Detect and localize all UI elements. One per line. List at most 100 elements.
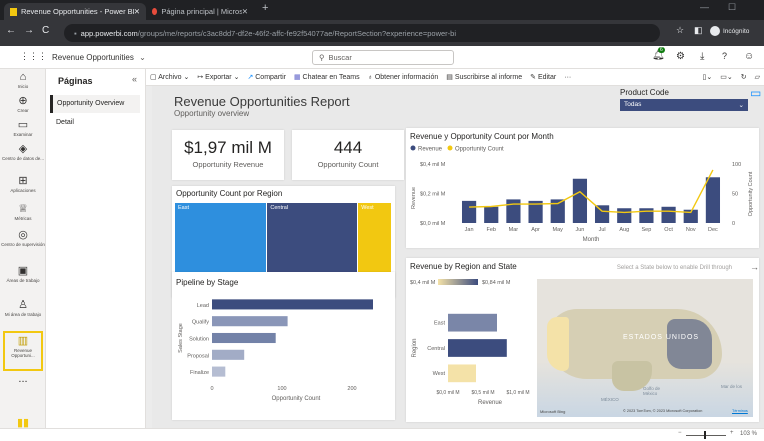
legend-dot-revenue bbox=[410, 145, 416, 151]
export-menu[interactable]: ↦ Exportar ⌄ bbox=[197, 73, 239, 81]
incognito-icon[interactable] bbox=[710, 26, 720, 36]
revenue-bar[interactable] bbox=[506, 199, 521, 223]
report-toolbar: ▢ Archivo ⌄ ↦ Exportar ⌄ ↗ Compartir ▦ C… bbox=[146, 69, 764, 86]
rev-region-card[interactable]: Revenue by Region and State Select a Stat… bbox=[406, 258, 759, 422]
browser-tab[interactable]: Página principal | Microsoft 365 ✕ bbox=[146, 3, 254, 20]
bing-logo: Microsoft Bing bbox=[540, 409, 566, 414]
stage-bar[interactable] bbox=[212, 299, 373, 310]
nav-metrics[interactable]: ♕ Métricas bbox=[0, 203, 46, 221]
nav-current-report[interactable]: ▥ Revenue Opportuni... bbox=[3, 331, 43, 371]
revenue-bar[interactable] bbox=[661, 206, 676, 223]
page-item-active[interactable]: Opportunity Overview bbox=[50, 95, 140, 113]
revenue-bar[interactable] bbox=[461, 200, 477, 223]
nav-more[interactable]: ... bbox=[0, 373, 46, 386]
map-country-label: ESTADOS UNIDOS bbox=[623, 334, 700, 341]
share-button[interactable]: ↗ Compartir bbox=[247, 73, 286, 81]
region-bar[interactable] bbox=[448, 339, 507, 357]
file-menu[interactable]: ▢ Archivo ⌄ bbox=[150, 73, 189, 81]
url-host: app.powerbi.com bbox=[80, 28, 138, 38]
nav-monitoring[interactable]: ◎ Centro de supervisión bbox=[0, 229, 46, 247]
zoom-in-icon[interactable]: + bbox=[730, 430, 734, 436]
plus-circle-icon: ⊕ bbox=[18, 95, 28, 107]
slicer-value: Todas bbox=[624, 101, 642, 108]
nav-home[interactable]: ⌂ Inicio bbox=[0, 71, 46, 89]
y-tick-right: 50 bbox=[732, 192, 738, 198]
region-bar[interactable] bbox=[448, 313, 497, 332]
view-icon[interactable]: ▭⌄ bbox=[720, 73, 732, 81]
forward-icon[interactable]: → bbox=[24, 25, 34, 36]
download-icon[interactable]: ⤓ bbox=[700, 51, 704, 62]
us-map[interactable]: ESTADOS UNIDOS Golfo de México MÉXICO Ma… bbox=[537, 279, 753, 417]
nav-browse[interactable]: ▭ Examinar bbox=[0, 119, 46, 137]
data-hub-icon: ◈ bbox=[18, 143, 28, 155]
kpi-card-revenue[interactable]: $1,97 mil M Opportunity Revenue bbox=[172, 130, 284, 180]
pages-pane: Páginas « Opportunity Overview Detail bbox=[46, 69, 146, 441]
map-terms-link[interactable]: Términos bbox=[732, 409, 748, 413]
nav-workspaces[interactable]: ▣ Áreas de trabajo bbox=[0, 265, 46, 283]
kpi-value: $1,97 mil M bbox=[184, 138, 272, 157]
star-icon[interactable]: ☆ bbox=[676, 25, 684, 36]
more-options-button[interactable]: ··· bbox=[564, 74, 571, 81]
region-bar[interactable] bbox=[448, 364, 476, 383]
pages-pane-title: Páginas bbox=[58, 76, 93, 86]
zoom-out-icon[interactable]: − bbox=[678, 430, 682, 436]
combo-chart: Revenue y Opportunity Count por Month Rev… bbox=[410, 132, 754, 243]
stage-bar[interactable] bbox=[212, 316, 288, 327]
bookmark-icon[interactable]: ▯⌄ bbox=[703, 73, 713, 81]
scale-min-label: $0,4 mil M bbox=[410, 280, 436, 286]
nav-apps[interactable]: ⊞ Aplicaciones bbox=[0, 175, 46, 193]
minimize-window-icon[interactable]: — bbox=[700, 2, 709, 12]
lock-icon: ▪ bbox=[74, 28, 77, 38]
collapse-pane-icon[interactable]: « bbox=[132, 74, 137, 84]
browser-tab-active[interactable]: Revenue Opportunities - Power BI ✕ bbox=[4, 3, 146, 20]
zoom-thumb[interactable] bbox=[704, 431, 706, 439]
pipeline-title: Pipeline by Stage bbox=[176, 278, 239, 287]
refresh-icon[interactable]: ↻ bbox=[741, 73, 747, 81]
address-bar[interactable]: ▪ app.powerbi.com /groups/me/reports/c3a… bbox=[64, 24, 660, 42]
drillthrough-arrow-icon[interactable]: → bbox=[750, 262, 759, 272]
feedback-icon[interactable]: ☺ bbox=[744, 51, 754, 62]
workspace-breadcrumb[interactable]: Revenue Opportunities ⌄ bbox=[52, 53, 146, 62]
revenue-bar[interactable] bbox=[617, 208, 632, 223]
folder-icon: ▭ bbox=[17, 119, 29, 131]
close-tab-icon[interactable]: ✕ bbox=[134, 7, 140, 16]
pipeline-card[interactable]: Pipeline by Stage Lead Qualify Solution Prop… bbox=[172, 272, 395, 420]
new-tab-button[interactable]: + bbox=[262, 2, 268, 14]
count-line[interactable] bbox=[469, 169, 714, 214]
settings-icon[interactable]: ⚙ bbox=[676, 51, 685, 62]
stage-bar[interactable] bbox=[212, 332, 276, 344]
edit-button[interactable]: ✎ Editar bbox=[530, 73, 556, 81]
teams-chat-button[interactable]: ▦ Chatear en Teams bbox=[294, 73, 360, 81]
zoom-slider[interactable] bbox=[686, 435, 726, 436]
insights-button[interactable]: ♁ Obtener información bbox=[368, 74, 439, 81]
search-input[interactable]: ⚲ Buscar bbox=[312, 50, 454, 65]
comment-bubble-icon[interactable]: ▭ bbox=[750, 86, 761, 100]
nav-data-hub[interactable]: ◈ Centro de datos de... bbox=[0, 143, 46, 161]
region-label: Central bbox=[427, 346, 445, 352]
combo-chart-card[interactable]: Revenue y Opportunity Count por Month Rev… bbox=[406, 128, 759, 248]
x-tick-label: May bbox=[553, 227, 564, 233]
revenue-bar[interactable] bbox=[484, 206, 499, 223]
nav-my-workspace[interactable]: ♙ Mi área de trabajo bbox=[0, 299, 46, 317]
search-icon: ⚲ bbox=[319, 53, 325, 62]
help-icon[interactable]: ? bbox=[722, 51, 727, 61]
reload-icon[interactable]: C bbox=[42, 25, 49, 36]
app-launcher-icon[interactable]: ⋮⋮⋮ bbox=[20, 51, 47, 62]
nav-create[interactable]: ⊕ Crear bbox=[0, 95, 46, 113]
kpi-card-count[interactable]: 444 Opportunity Count bbox=[292, 130, 404, 180]
comment-icon[interactable]: ▱ bbox=[755, 73, 760, 81]
stage-bar[interactable] bbox=[212, 349, 245, 360]
revenue-bar[interactable] bbox=[705, 177, 721, 223]
back-icon[interactable]: ← bbox=[6, 25, 16, 36]
page-item[interactable]: Detail bbox=[50, 115, 140, 133]
sidepanel-icon[interactable]: ◧ bbox=[694, 25, 703, 36]
notifications-badge: 6 bbox=[658, 47, 665, 53]
slicer-dropdown[interactable]: Todas ⌄ bbox=[620, 99, 748, 111]
close-tab-icon[interactable]: ✕ bbox=[242, 7, 248, 16]
maximize-window-icon[interactable]: ☐ bbox=[728, 2, 736, 13]
revenue-bar[interactable] bbox=[594, 205, 610, 223]
revenue-bar[interactable] bbox=[572, 178, 588, 223]
stage-bar[interactable] bbox=[212, 366, 226, 377]
subscribe-button[interactable]: ▤ Suscribirse al informe bbox=[446, 73, 522, 81]
revenue-bar[interactable] bbox=[639, 208, 654, 223]
